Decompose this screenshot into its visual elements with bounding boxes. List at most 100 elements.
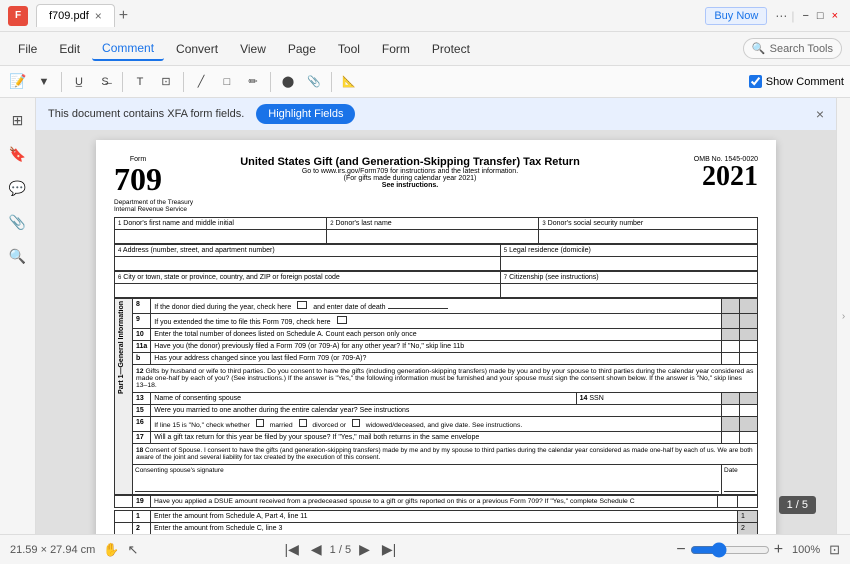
field5-label: Legal residence (domicile) xyxy=(509,247,591,254)
first-page-button[interactable]: |◀ xyxy=(280,539,302,560)
row13-no xyxy=(740,393,758,405)
field1-num: 1 xyxy=(118,221,121,227)
sidebar-pages[interactable]: ⊞ xyxy=(4,106,32,134)
sched-item1-val: 1 xyxy=(738,511,758,523)
row15-num: 15 xyxy=(133,405,151,417)
right-handle[interactable]: › xyxy=(836,98,850,534)
sidebar-search[interactable]: 🔍 xyxy=(4,242,32,270)
maximize-button[interactable]: □ xyxy=(813,10,828,22)
pdf-viewer[interactable]: Form 709 United States Gift (and Generat… xyxy=(36,130,836,534)
toolbar-underline[interactable]: U̲ xyxy=(67,70,91,94)
row11a-yes xyxy=(722,341,740,353)
next-page-button[interactable]: ▶ xyxy=(355,539,374,560)
menu-convert[interactable]: Convert xyxy=(166,38,228,60)
toolbar-text[interactable]: T xyxy=(128,70,152,94)
search-icon: 🔍 xyxy=(752,42,766,55)
sidebar-comments[interactable]: 💬 xyxy=(4,174,32,202)
tax-year: 2021 xyxy=(658,163,758,191)
row10-no xyxy=(740,329,758,341)
toolbar-stamp[interactable]: ⬤ xyxy=(276,70,300,94)
row16-yes xyxy=(722,417,740,432)
last-page-button[interactable]: ▶| xyxy=(378,539,400,560)
tab-close-icon[interactable]: × xyxy=(95,9,102,23)
field4-label: Address (number, street, and apartment n… xyxy=(123,247,275,254)
select-tool-icon[interactable]: ↖ xyxy=(128,542,139,558)
schedule-table: 1 Enter the amount from Schedule A, Part… xyxy=(114,510,758,534)
toolbar-pencil[interactable]: ✏ xyxy=(241,70,265,94)
show-comment-checkbox[interactable] xyxy=(749,75,762,88)
field6-num: 6 xyxy=(118,275,121,281)
row17-num: 17 xyxy=(133,432,151,444)
row19-num: 19 xyxy=(133,496,151,508)
left-sidebar: ⊞ 🔖 💬 📎 🔍 xyxy=(0,98,36,534)
field5-num: 5 xyxy=(504,248,507,254)
menu-protect[interactable]: Protect xyxy=(422,38,480,60)
field2-label: Donor's last name xyxy=(335,220,391,227)
field3-label: Donor's social security number xyxy=(548,220,643,227)
title-bar: F f709.pdf × + Buy Now ⋯ | − □ × xyxy=(0,0,850,32)
row17-no xyxy=(740,432,758,444)
close-button[interactable]: × xyxy=(828,10,842,22)
banner-close-icon[interactable]: × xyxy=(816,106,824,122)
form-title-block: United States Gift (and Generation-Skipp… xyxy=(162,156,658,189)
row11a-text: Have you (the donor) previously filed a … xyxy=(151,341,722,353)
row19-yes xyxy=(718,496,738,508)
toolbar-textbox[interactable]: ⊡ xyxy=(154,70,178,94)
highlight-fields-button[interactable]: Highlight Fields xyxy=(256,104,355,124)
zoom-out-button[interactable]: − xyxy=(676,541,685,559)
sidebar-attachments[interactable]: 📎 xyxy=(4,208,32,236)
form-header: Form 709 United States Gift (and Generat… xyxy=(114,156,758,195)
menu-comment[interactable]: Comment xyxy=(92,37,164,61)
toolbar-line[interactable]: ╱ xyxy=(189,70,213,94)
zoom-slider[interactable] xyxy=(690,542,770,558)
zoom-level: 100% xyxy=(787,544,825,556)
menu-file[interactable]: File xyxy=(8,38,47,60)
toolbar-measure[interactable]: 📐 xyxy=(337,70,361,94)
tab-area: f709.pdf × + xyxy=(36,4,705,27)
menu-form[interactable]: Form xyxy=(372,38,420,60)
menu-tool[interactable]: Tool xyxy=(328,38,370,60)
minimize-button[interactable]: − xyxy=(798,10,812,22)
row13-yes xyxy=(722,393,740,405)
toolbar-strikethrough[interactable]: S̶ xyxy=(93,70,117,94)
dept-lines: Department of the Treasury Internal Reve… xyxy=(114,199,758,213)
show-comment-toggle[interactable]: Show Comment xyxy=(749,75,844,88)
toolbar-attach[interactable]: 📎 xyxy=(302,70,326,94)
row9-text: If you extended the time to file this Fo… xyxy=(154,319,330,326)
sched-item2-num: 2 xyxy=(133,523,151,535)
signature-line xyxy=(135,474,719,492)
row10-yes xyxy=(722,329,740,341)
menu-edit[interactable]: Edit xyxy=(49,38,90,60)
sched-item2-label: Enter the amount from Schedule C, line 3 xyxy=(151,523,738,535)
row11b-no xyxy=(740,353,758,365)
hand-tool-icon[interactable]: ✋ xyxy=(103,542,119,558)
toolbar-highlight[interactable]: ▼ xyxy=(32,70,56,94)
more-options-icon[interactable]: ⋯ xyxy=(775,9,787,23)
field1-label: Donor's first name and middle initial xyxy=(123,220,234,227)
sched-col xyxy=(115,511,133,523)
date-line xyxy=(724,474,755,492)
buy-now-button[interactable]: Buy Now xyxy=(705,7,767,25)
see-instructions: See instructions. xyxy=(172,182,648,189)
toolbar-sticky-note[interactable]: 📝 xyxy=(6,70,30,94)
row8-num: 8 xyxy=(133,299,151,314)
row14-label: 14 SSN xyxy=(576,393,721,405)
row13-num: 13 xyxy=(133,393,151,405)
fit-page-icon[interactable]: ⊡ xyxy=(829,542,840,558)
sidebar-bookmarks[interactable]: 🔖 xyxy=(4,140,32,168)
zoom-controls: − + 100% ⊡ xyxy=(676,541,840,559)
active-tab[interactable]: f709.pdf × xyxy=(36,4,115,27)
toolbar-shapes[interactable]: □ xyxy=(215,70,239,94)
search-tools-button[interactable]: 🔍 Search Tools xyxy=(743,38,842,59)
row14-text: SSN xyxy=(589,395,603,402)
zoom-in-button[interactable]: + xyxy=(774,541,783,559)
prev-page-button[interactable]: ◀ xyxy=(307,539,326,560)
new-tab-button[interactable]: + xyxy=(119,7,128,25)
row16-num: 16 xyxy=(133,417,151,432)
consent-date-label: Date xyxy=(724,467,755,474)
toolbar: 📝 ▼ U̲ S̶ T ⊡ ╱ □ ✏ ⬤ 📎 📐 Show Comment xyxy=(0,66,850,98)
menu-bar: File Edit Comment Convert View Page Tool… xyxy=(0,32,850,66)
menu-page[interactable]: Page xyxy=(278,38,326,60)
row11b-text: Has your address changed since you last … xyxy=(151,353,722,365)
menu-view[interactable]: View xyxy=(230,38,276,60)
